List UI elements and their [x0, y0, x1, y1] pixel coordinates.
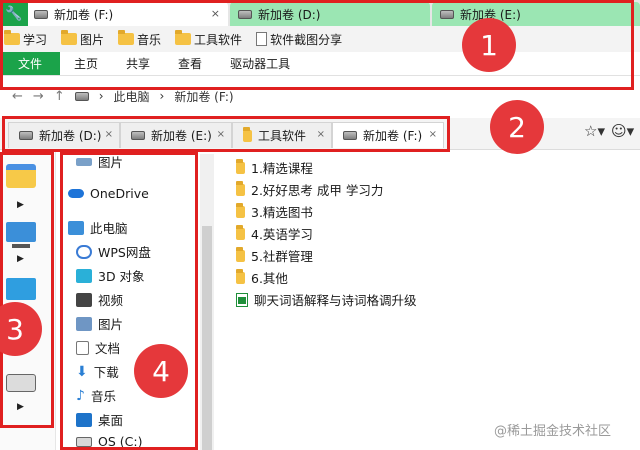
annotation-badge-1: 1: [462, 18, 516, 72]
list-item[interactable]: 6.其他: [236, 268, 288, 287]
excel-file-icon: [236, 292, 248, 307]
annotation-box-4: [60, 152, 198, 450]
file-name: 2.好好思考 成甲 学习力: [251, 183, 384, 198]
up-icon[interactable]: ↑: [54, 89, 65, 104]
folder-icon: [236, 158, 245, 174]
list-item[interactable]: 1.精选课程: [236, 158, 313, 177]
annotation-badge-2: 2: [490, 100, 544, 154]
back-icon[interactable]: ←: [12, 89, 23, 104]
list-item[interactable]: 2.好好思考 成甲 学习力: [236, 180, 383, 199]
breadcrumb-sep: ›: [159, 89, 165, 103]
breadcrumb-this-pc[interactable]: 此电脑: [114, 88, 150, 105]
file-name: 4.英语学习: [251, 227, 313, 242]
favorite-star-icon[interactable]: ☆▾: [584, 122, 605, 140]
annotation-box-1: [0, 0, 634, 90]
annotation-box-2: [2, 116, 450, 152]
breadcrumb-drive[interactable]: 新加卷 (F:): [174, 88, 233, 105]
file-name: 5.社群管理: [251, 249, 313, 264]
file-name: 6.其他: [251, 271, 288, 286]
list-item[interactable]: 聊天词语解释与诗词格调升级: [236, 290, 417, 309]
file-name: 1.精选课程: [251, 161, 313, 176]
list-item[interactable]: 3.精选图书: [236, 202, 313, 221]
folder-icon: [236, 224, 245, 240]
annotation-badge-4: 4: [134, 344, 188, 398]
folder-icon: [236, 246, 245, 262]
list-item[interactable]: 5.社群管理: [236, 246, 313, 265]
folder-icon: [236, 180, 245, 196]
breadcrumb-sep: ›: [98, 89, 104, 103]
drive-icon: [74, 91, 89, 101]
nav-scrollbar-thumb[interactable]: [202, 226, 212, 450]
watermark: @稀土掘金技术社区: [494, 424, 612, 439]
file-name: 3.精选图书: [251, 205, 313, 220]
annotation-box-3: [0, 152, 54, 428]
emoji-icon[interactable]: ☺▾: [611, 122, 634, 140]
forward-icon[interactable]: →: [33, 89, 44, 104]
list-item[interactable]: 4.英语学习: [236, 224, 313, 243]
toolbar-icons: ☆▾ ☺▾: [584, 122, 634, 140]
file-name: 聊天词语解释与诗词格调升级: [254, 293, 417, 308]
folder-icon: [236, 268, 245, 284]
folder-icon: [236, 202, 245, 218]
